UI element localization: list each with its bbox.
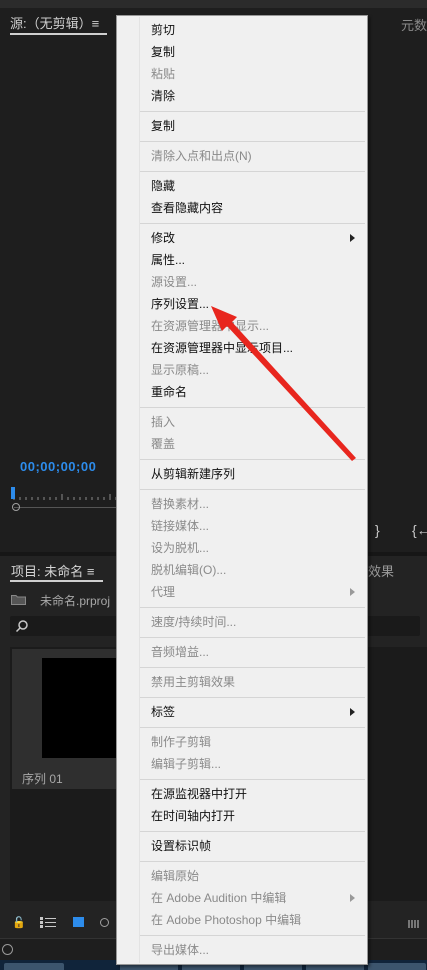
menu-separator: [140, 171, 365, 172]
playhead-marker[interactable]: [11, 487, 15, 499]
menu-item-export-media[interactable]: 导出媒体...: [151, 943, 209, 957]
menu-item-rename[interactable]: 重命名: [151, 385, 187, 399]
menu-item-view-hidden[interactable]: 查看隐藏内容: [151, 201, 223, 215]
menu-item-duplicate[interactable]: 复制: [151, 119, 175, 133]
folder-icon: [11, 595, 26, 605]
zoom-scroll-handle[interactable]: [12, 503, 20, 511]
lock-icon[interactable]: 🔓: [12, 916, 26, 929]
thumbnail-zoom-handle[interactable]: [100, 918, 109, 927]
panel-top-border: [0, 0, 427, 8]
status-icon: [2, 944, 13, 955]
source-tab-underline: [10, 33, 107, 35]
menu-item-audio-gain[interactable]: 音频增益...: [151, 645, 209, 659]
menu-item-speed-duration[interactable]: 速度/持续时间...: [151, 615, 236, 629]
playhead-timecode[interactable]: 00;00;00;00: [20, 459, 96, 474]
mark-out-icon[interactable]: }: [375, 522, 380, 538]
menu-item-modify[interactable]: 修改: [151, 231, 175, 245]
submenu-arrow-icon: [350, 234, 355, 242]
menu-separator: [140, 697, 365, 698]
menu-separator: [140, 223, 365, 224]
menu-item-replace-footage[interactable]: 替换素材...: [151, 497, 209, 511]
menu-item-cut[interactable]: 剪切: [151, 23, 175, 37]
taskbar-button[interactable]: [368, 963, 426, 970]
effects-tab[interactable]: 效果: [368, 561, 394, 580]
submenu-arrow-icon: [350, 894, 355, 902]
menu-item-label[interactable]: 标签: [151, 705, 175, 719]
source-monitor-tab[interactable]: 源:（无剪辑）≡: [10, 13, 99, 32]
sequence-thumbnail-image: [42, 658, 120, 758]
submenu-arrow-icon: [350, 708, 355, 716]
menu-item-edit-in-photoshop[interactable]: 在 Adobe Photoshop 中编辑: [151, 913, 301, 927]
menu-separator: [140, 861, 365, 862]
menu-item-show-original[interactable]: 显示原稿...: [151, 363, 209, 377]
menu-separator: [140, 459, 365, 460]
menu-item-open-in-source-monitor[interactable]: 在源监视器中打开: [151, 787, 247, 801]
menu-separator: [140, 935, 365, 936]
menu-item-overwrite[interactable]: 覆盖: [151, 437, 175, 451]
search-icon: [15, 620, 28, 633]
menu-item-edit-subclip[interactable]: 编辑子剪辑...: [151, 757, 221, 771]
menu-item-set-poster-frame[interactable]: 设置标识帧: [151, 839, 211, 853]
menu-item-proxy[interactable]: 代理: [151, 585, 175, 599]
menu-item-link-media[interactable]: 链接媒体...: [151, 519, 209, 533]
bars-icon[interactable]: [408, 918, 424, 928]
zoom-scroll-track: [14, 507, 120, 508]
menu-separator: [140, 607, 365, 608]
menu-item-clear-in-out[interactable]: 清除入点和出点(N): [151, 149, 252, 163]
menu-item-edit-original[interactable]: 编辑原始: [151, 869, 199, 883]
project-file-name: 未命名.prproj: [40, 594, 111, 608]
menu-separator: [140, 779, 365, 780]
menu-item-properties[interactable]: 属性...: [151, 253, 185, 267]
menu-icon-gutter: [139, 17, 140, 963]
menu-item-copy[interactable]: 复制: [151, 45, 175, 59]
menu-item-new-sequence-from-clip[interactable]: 从剪辑新建序列: [151, 467, 235, 481]
menu-separator: [140, 407, 365, 408]
project-tab-underline: [10, 580, 103, 582]
metadata-tab[interactable]: 元数: [401, 15, 427, 34]
menu-item-source-settings[interactable]: 源设置...: [151, 275, 197, 289]
icon-view-icon[interactable]: [73, 917, 84, 927]
menu-item-hide[interactable]: 隐藏: [151, 179, 175, 193]
time-ruler[interactable]: [10, 490, 120, 502]
menu-item-make-offline[interactable]: 设为脱机...: [151, 541, 209, 555]
menu-item-clear[interactable]: 清除: [151, 89, 175, 103]
submenu-arrow-icon: [350, 588, 355, 596]
menu-separator: [140, 489, 365, 490]
menu-item-reveal-in-explorer[interactable]: 在资源管理器中显示...: [151, 319, 269, 333]
menu-separator: [140, 637, 365, 638]
project-tab[interactable]: 项目: 未命名 ≡: [11, 561, 94, 580]
menu-separator: [140, 831, 365, 832]
menu-item-edit-offline[interactable]: 脱机编辑(O)...: [151, 563, 226, 577]
menu-separator: [140, 141, 365, 142]
menu-separator: [140, 667, 365, 668]
taskbar-button[interactable]: [4, 963, 64, 970]
menu-item-reveal-project-in-explorer[interactable]: 在资源管理器中显示项目...: [151, 341, 293, 355]
menu-separator: [140, 727, 365, 728]
menu-item-sequence-settings[interactable]: 序列设置...: [151, 297, 209, 311]
menu-item-insert[interactable]: 插入: [151, 415, 175, 429]
menu-item-disable-master-clip-effects[interactable]: 禁用主剪辑效果: [151, 675, 235, 689]
sequence-name-label: 序列 01: [22, 772, 63, 786]
goto-in-icon[interactable]: {←: [412, 522, 427, 538]
menu-item-open-in-timeline[interactable]: 在时间轴内打开: [151, 809, 235, 823]
list-view-icon[interactable]: [40, 917, 56, 928]
menu-item-edit-in-audition[interactable]: 在 Adobe Audition 中编辑: [151, 891, 286, 905]
menu-item-make-subclip[interactable]: 制作子剪辑: [151, 735, 211, 749]
menu-separator: [140, 111, 365, 112]
menu-item-paste[interactable]: 粘贴: [151, 67, 175, 81]
